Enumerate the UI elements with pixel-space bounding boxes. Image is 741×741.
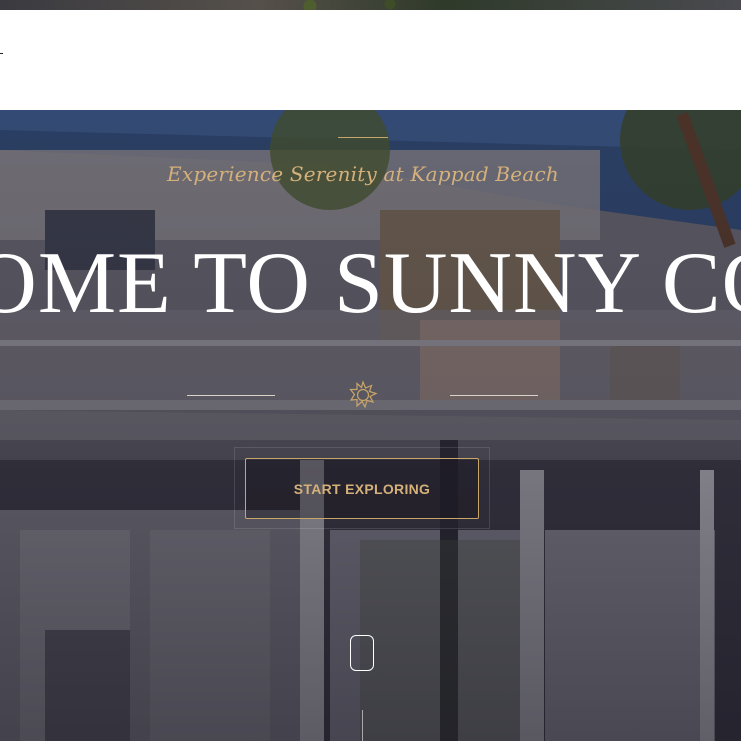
nav-edge-mark <box>0 53 3 54</box>
navbar <box>0 10 741 110</box>
divider-line-left <box>187 395 275 396</box>
top-photo-strip <box>0 0 741 10</box>
divider-line-right <box>450 395 538 396</box>
hero-title: WELCOME TO SUNNY CORNER <box>0 235 741 332</box>
hero-section: Experience Serenity at Kappad Beach WELC… <box>0 110 741 741</box>
scroll-indicator-line <box>362 710 363 741</box>
start-exploring-button[interactable]: START EXPLORING <box>245 458 479 519</box>
mouse-scroll-icon[interactable] <box>350 635 374 671</box>
sun-icon <box>349 380 378 409</box>
accent-line <box>338 137 388 138</box>
foliage-decoration <box>250 0 450 10</box>
hero-tagline: Experience Serenity at Kappad Beach <box>167 162 559 186</box>
hero-content: Experience Serenity at Kappad Beach WELC… <box>0 110 741 741</box>
